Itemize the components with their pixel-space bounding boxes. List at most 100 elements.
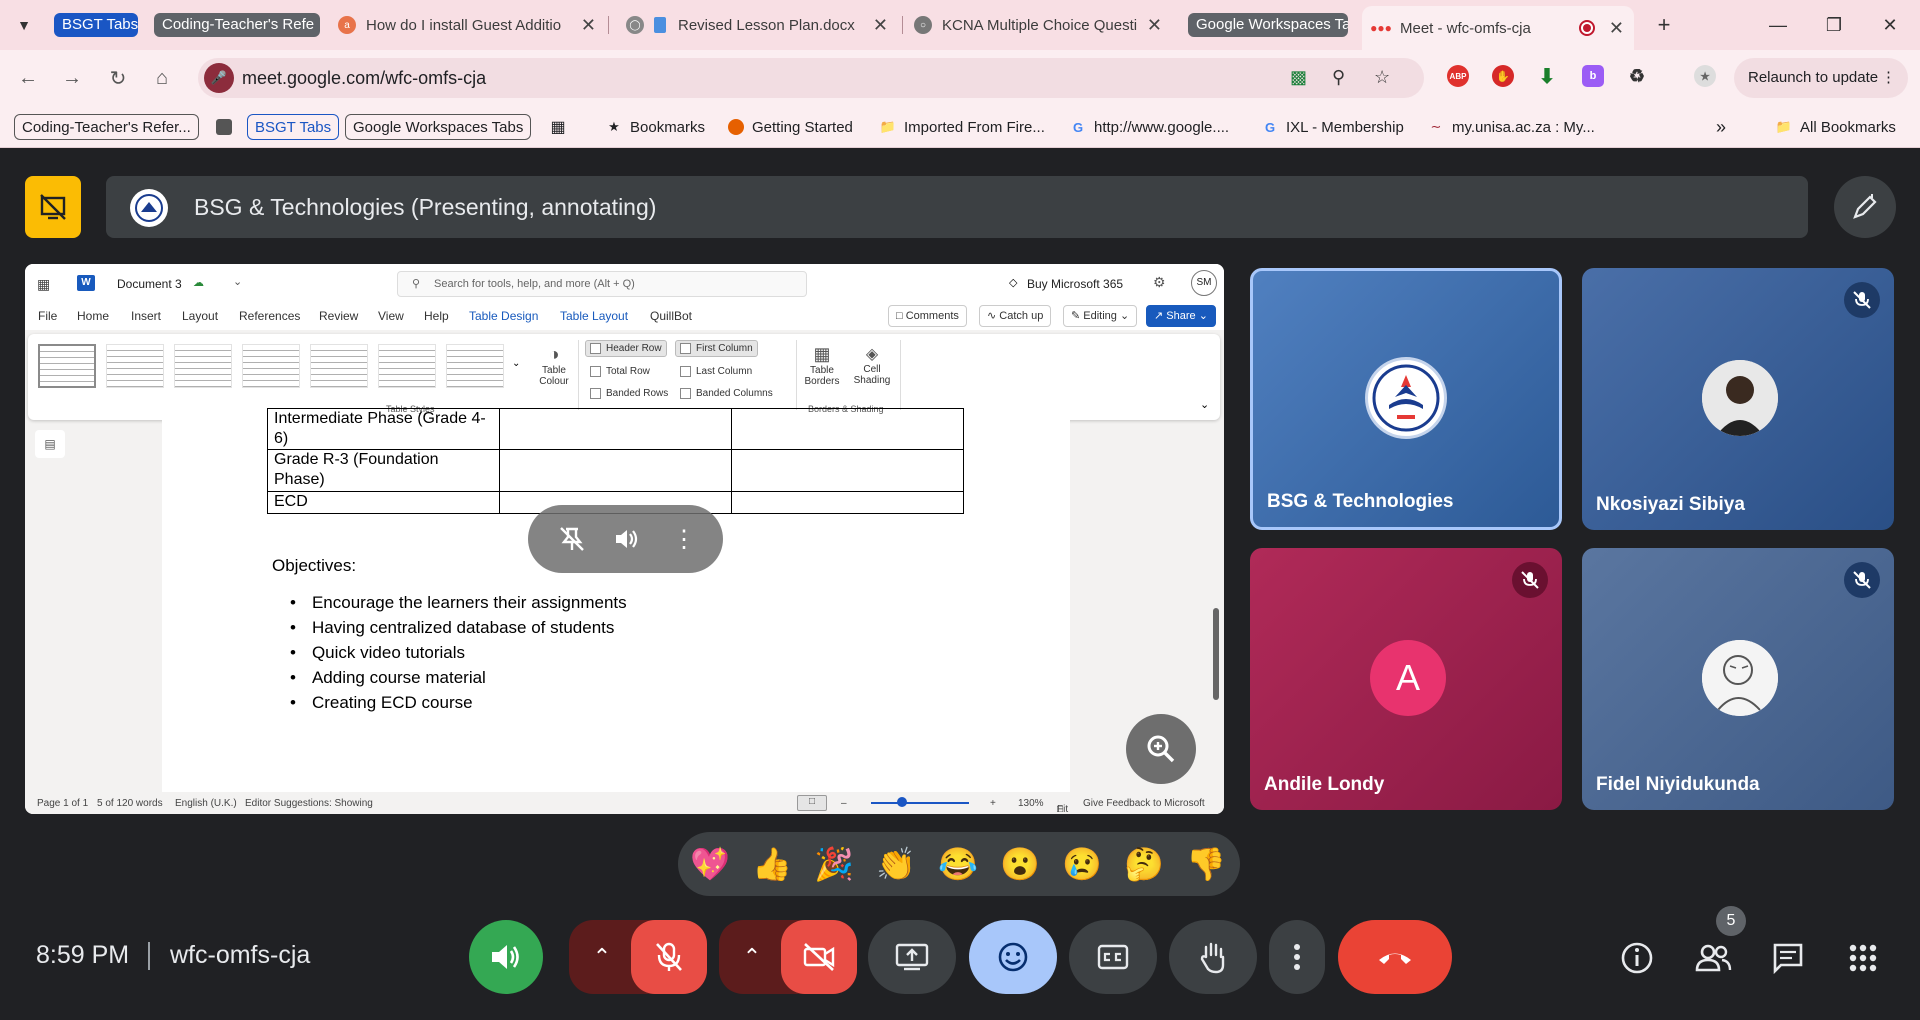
comments-button[interactable]: □ Comments	[888, 305, 967, 327]
editing-button[interactable]: ✎ Editing ⌄	[1063, 305, 1138, 327]
menu-quillbot[interactable]: QuillBot	[650, 309, 692, 323]
table-cell[interactable]	[731, 408, 964, 450]
menu-review[interactable]: Review	[319, 309, 358, 323]
bookmark-imported[interactable]: 📁 Imported From Fire...	[880, 114, 1045, 140]
table-cell[interactable]	[499, 408, 732, 450]
settings-gear-icon[interactable]: ⚙	[1153, 274, 1166, 291]
puzzle-icon[interactable]: ♻	[1626, 65, 1648, 87]
tab-group-google-workspaces[interactable]: Google Workspaces Ta	[1188, 13, 1348, 37]
table-cell[interactable]	[499, 449, 732, 492]
word-search-input[interactable]: ⚲ Search for tools, help, and more (Alt …	[397, 271, 807, 297]
forward-button[interactable]: →	[58, 64, 86, 92]
meeting-details-icon[interactable]	[1617, 938, 1657, 978]
reaction-party[interactable]: 🎉	[814, 844, 854, 884]
close-tab-icon[interactable]: ✕	[873, 15, 888, 36]
raise-hand-button[interactable]	[1169, 920, 1257, 994]
bookmark-unisa[interactable]: ∼ my.unisa.ac.za : My...	[1428, 114, 1595, 140]
menu-layout[interactable]: Layout	[182, 309, 218, 323]
close-tab-icon[interactable]: ✕	[1609, 18, 1624, 39]
tab-meet[interactable]: ●●● Meet - wfc-omfs-cja ✕	[1362, 6, 1634, 50]
captions-button[interactable]	[1069, 920, 1157, 994]
tab-kcna-questions[interactable]: ○ KCNA Multiple Choice Questi ✕	[904, 8, 1172, 42]
bookmark-ixl[interactable]: G IXL - Membership	[1262, 114, 1404, 140]
zoom-in-button[interactable]	[1126, 714, 1196, 784]
document-table[interactable]: Intermediate Phase (Grade 4-6) Grade R-3…	[267, 408, 964, 514]
kebab-menu-icon[interactable]: ⋮	[1881, 58, 1896, 98]
language[interactable]: English (U.K.)	[175, 798, 237, 809]
menu-file[interactable]: File	[38, 309, 57, 323]
table-cell[interactable]	[731, 491, 964, 514]
table-colour-button[interactable]: ◑ Table Colour	[536, 344, 572, 387]
ribbon-collapse-icon[interactable]: ⌄	[1200, 398, 1209, 411]
reaction-thinking[interactable]: 🤔	[1124, 844, 1164, 884]
participant-tile-fidel[interactable]: Fidel Niyidukunda	[1582, 548, 1894, 810]
zoom-slider-thumb[interactable]	[897, 797, 907, 807]
participant-tile-andile[interactable]: A Andile Londy	[1250, 548, 1562, 810]
new-tab-button[interactable]: +	[1644, 10, 1684, 40]
table-style-thumb[interactable]	[106, 344, 164, 388]
tab-group-coding-teacher[interactable]: Coding-Teacher's Refe	[154, 13, 320, 37]
bookmark-bookmarks[interactable]: ★ Bookmarks	[606, 114, 705, 140]
extension-b-icon[interactable]: b	[1582, 65, 1604, 87]
tab-guest-additions[interactable]: a How do I install Guest Additio ✕	[328, 8, 606, 42]
camera-toggle-button[interactable]	[781, 920, 857, 994]
app-launcher-icon[interactable]: ▦	[37, 276, 50, 293]
option-last-column[interactable]: Last Column	[680, 366, 752, 377]
document-page[interactable]: Intermediate Phase (Grade 4-6) Grade R-3…	[162, 408, 1070, 800]
all-bookmarks[interactable]: 📁 All Bookmarks	[1776, 114, 1896, 140]
more-options-button[interactable]	[1269, 920, 1325, 994]
menu-help[interactable]: Help	[424, 309, 449, 323]
zoom-icon[interactable]: ⚲	[1332, 67, 1345, 88]
reactions-button[interactable]	[969, 920, 1057, 994]
menu-home[interactable]: Home	[77, 309, 109, 323]
meet-camera-icon[interactable]: ▩	[1290, 67, 1307, 88]
navigation-pane-icon[interactable]: ▤	[35, 430, 65, 458]
vertical-scrollbar[interactable]	[1213, 608, 1219, 700]
bookmark-folder-coding-teacher[interactable]: Coding-Teacher's Refer...	[14, 114, 199, 140]
chat-icon[interactable]	[1768, 938, 1808, 978]
address-bar[interactable]: 🎤 meet.google.com/wfc-omfs-cja ▩ ⚲ ☆	[198, 58, 1424, 98]
table-cell[interactable]	[731, 449, 964, 492]
table-style-thumb[interactable]	[242, 344, 300, 388]
close-window-button[interactable]: ✕	[1870, 10, 1910, 40]
reaction-clap[interactable]: 👏	[876, 844, 916, 884]
zoom-plus-icon[interactable]: +	[990, 798, 996, 809]
present-now-button[interactable]	[868, 920, 956, 994]
url-text[interactable]: meet.google.com/wfc-omfs-cja	[242, 68, 486, 89]
table-style-thumb[interactable]	[38, 344, 96, 388]
feedback-link[interactable]: Give Feedback to Microsoft	[1083, 798, 1205, 809]
chevron-down-icon[interactable]: ⌄	[233, 275, 242, 288]
reaction-sparkling-heart[interactable]: 💖	[690, 844, 730, 884]
table-cell[interactable]: Intermediate Phase (Grade 4-6)	[267, 408, 500, 450]
buy-microsoft-link[interactable]: Buy Microsoft 365	[1027, 277, 1123, 291]
menu-table-layout[interactable]: Table Layout	[560, 309, 628, 323]
table-cell[interactable]: Grade R-3 (Foundation Phase)	[267, 449, 500, 492]
reaction-sad[interactable]: 😢	[1062, 844, 1102, 884]
profile-icon[interactable]: ★	[1694, 65, 1716, 87]
unpin-icon[interactable]	[556, 523, 588, 555]
zoom-slider[interactable]	[871, 802, 969, 804]
bookmarks-overflow-icon[interactable]: »	[1716, 114, 1726, 140]
activities-grid-icon[interactable]	[1843, 938, 1883, 978]
option-total-row[interactable]: Total Row	[590, 366, 650, 377]
table-cell[interactable]: ECD	[267, 491, 500, 514]
speaker-button[interactable]	[469, 920, 543, 994]
tab-group-bsgt[interactable]: BSGT Tabs	[54, 13, 138, 37]
volume-icon[interactable]	[610, 523, 642, 555]
back-button[interactable]: ←	[14, 64, 42, 92]
document-name[interactable]: Document 3	[117, 277, 182, 291]
menu-view[interactable]: View	[378, 309, 404, 323]
relaunch-button[interactable]: Relaunch to update ⋮	[1734, 58, 1908, 98]
table-style-thumb[interactable]	[378, 344, 436, 388]
mic-toggle-button[interactable]	[631, 920, 707, 994]
menu-table-design[interactable]: Table Design	[469, 309, 538, 323]
option-banded-rows[interactable]: Banded Rows	[590, 388, 668, 399]
styles-expand-icon[interactable]: ⌄	[512, 358, 520, 369]
word-share-button[interactable]: ↗ Share ⌄	[1146, 305, 1216, 327]
adblock-icon[interactable]: ABP	[1447, 65, 1469, 87]
table-style-thumb[interactable]	[310, 344, 368, 388]
menu-references[interactable]: References	[239, 309, 300, 323]
table-borders-button[interactable]: ▦ Table Borders	[798, 344, 846, 387]
option-banded-columns[interactable]: Banded Columns	[680, 388, 773, 399]
bookmark-google[interactable]: Ghttp://www.google....	[1070, 114, 1229, 140]
